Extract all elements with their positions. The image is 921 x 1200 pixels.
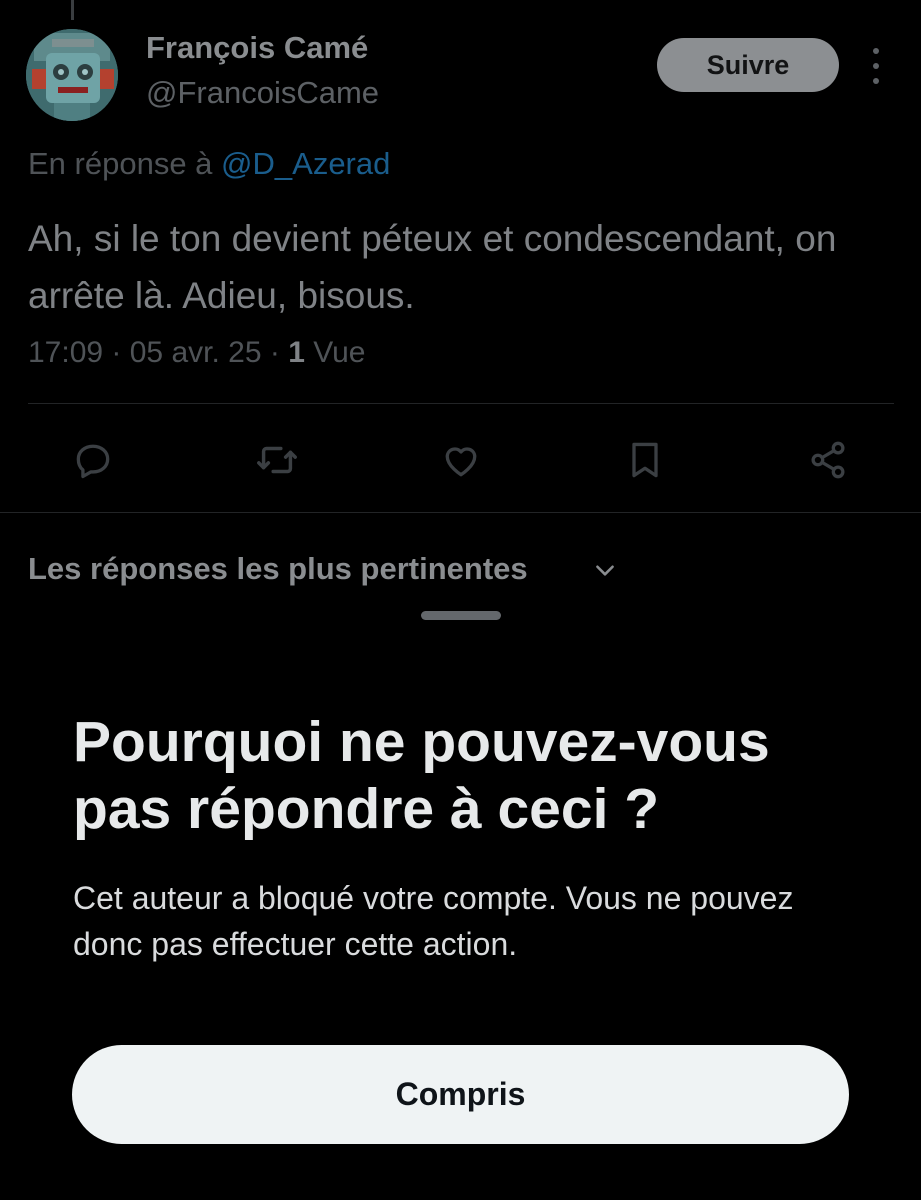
follow-button[interactable]: Suivre xyxy=(657,38,839,92)
thread-line xyxy=(71,0,74,20)
tweet-date: 05 avr. 25 xyxy=(129,336,262,369)
more-dot xyxy=(873,78,879,84)
tweet-time: 17:09 xyxy=(28,336,104,369)
avatar[interactable] xyxy=(26,29,118,121)
more-dot xyxy=(873,48,879,54)
sheet-message: Cet auteur a bloqué votre compte. Vous n… xyxy=(73,880,794,962)
more-dot xyxy=(873,63,879,69)
robot-avatar-icon xyxy=(26,29,118,121)
sheet-grabber[interactable] xyxy=(421,611,501,620)
like-icon[interactable] xyxy=(433,430,489,490)
views-label: Vue xyxy=(313,336,366,369)
replies-sort-label[interactable]: Les réponses les plus pertinentes xyxy=(28,551,528,587)
bookmark-icon[interactable] xyxy=(617,430,673,490)
meta-separator: · xyxy=(269,336,289,369)
reply-context: En réponse à @D_Azerad xyxy=(28,146,390,182)
reply-to-mention[interactable]: @D_Azerad xyxy=(221,146,390,181)
tweet-detail: François Camé @FrancoisCame Suivre En ré… xyxy=(0,0,921,513)
retweet-icon[interactable] xyxy=(249,430,305,490)
tweet-meta: 17:09 · 05 avr. 25 · 1 Vue xyxy=(28,336,365,370)
reply-icon[interactable] xyxy=(65,430,121,490)
meta-separator: · xyxy=(111,336,130,369)
author-handle[interactable]: @FrancoisCame xyxy=(146,75,379,111)
divider xyxy=(28,403,894,404)
tweet-actions-bar xyxy=(0,430,921,492)
more-options-icon[interactable] xyxy=(866,48,886,84)
blocked-reply-sheet: Les réponses les plus pertinentes Pourqu… xyxy=(0,513,921,1200)
tweet-text: Ah, si le ton devient péteux et condesce… xyxy=(28,218,837,316)
views-count: 1 xyxy=(288,336,305,369)
author-name[interactable]: François Camé xyxy=(146,30,368,66)
chevron-down-icon[interactable] xyxy=(592,557,618,583)
sheet-title: Pourquoi ne pouvez-vous pas répondre à c… xyxy=(73,710,770,841)
share-icon[interactable] xyxy=(800,430,856,490)
reply-to-prefix: En réponse à xyxy=(28,146,213,181)
confirm-button[interactable]: Compris xyxy=(72,1045,849,1144)
